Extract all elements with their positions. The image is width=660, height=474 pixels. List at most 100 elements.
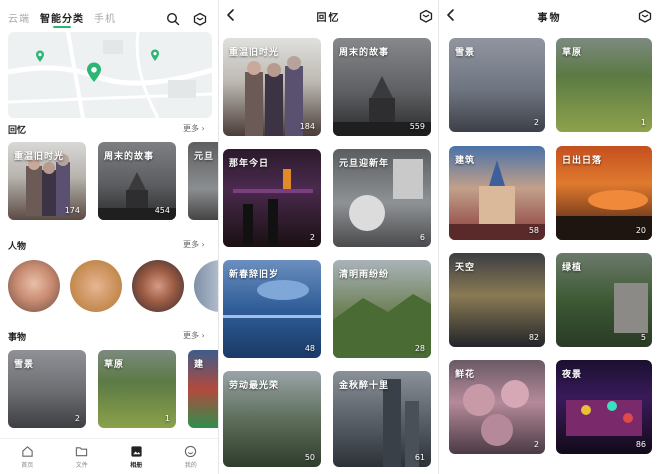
album-count: 454 <box>154 206 170 215</box>
album-title: 夜景 <box>562 370 583 380</box>
album-title: 劳动最光荣 <box>229 381 280 391</box>
thing-album-card[interactable]: 草原 1 <box>556 38 652 132</box>
avatar[interactable] <box>194 260 218 312</box>
album-count: 174 <box>64 206 80 215</box>
album-count: 2 <box>533 118 539 127</box>
album-count: 48 <box>304 344 315 353</box>
cube-icon[interactable] <box>193 12 207 26</box>
album-title: 建筑 <box>455 156 476 166</box>
thing-album-card[interactable]: 雪景 2 <box>8 350 86 428</box>
album-count: 50 <box>304 453 315 462</box>
map-pin-icon[interactable] <box>35 50 45 63</box>
album-title: 草原 <box>562 48 583 58</box>
cube-icon[interactable] <box>638 9 652 23</box>
album-count: 1 <box>640 118 646 127</box>
album-count: 58 <box>528 226 539 235</box>
thing-album-card[interactable]: 日出日落 20 <box>556 146 652 240</box>
album-count: 28 <box>414 344 425 353</box>
avatar[interactable] <box>132 260 184 312</box>
memory-album-card[interactable]: 元旦 <box>188 142 218 220</box>
memory-album-card[interactable]: 清明雨纷纷 28 <box>333 260 431 358</box>
album-title: 元旦迎新年 <box>339 159 390 169</box>
search-icon[interactable] <box>166 12 180 26</box>
album-title: 那年今日 <box>229 159 270 169</box>
things-screen: 事物 雪景 2 草原 1 建筑 58 日出日落 20 天空 82 绿植 5 鲜花… <box>439 0 660 474</box>
album-count: 2 <box>74 414 80 423</box>
nav-label: 我的 <box>184 461 197 469</box>
memory-album-card[interactable]: 劳动最光荣 50 <box>223 371 321 467</box>
memory-album-card[interactable]: 金秋醉十里 61 <box>333 371 431 467</box>
bottom-nav: 首页 文件 相册 我的 <box>0 438 218 474</box>
album-title: 清明雨纷纷 <box>339 270 390 280</box>
album-count: 559 <box>409 122 425 131</box>
album-title: 重温旧时光 <box>14 152 65 162</box>
thing-album-card[interactable]: 雪景 2 <box>449 38 545 132</box>
memories-more-link[interactable]: 更多 › <box>183 123 205 134</box>
location-map[interactable] <box>8 32 212 118</box>
people-more-link[interactable]: 更多 › <box>183 239 205 250</box>
nav-files[interactable]: 文件 <box>55 439 110 474</box>
nav-label: 首页 <box>21 461 34 469</box>
cube-icon[interactable] <box>419 9 433 23</box>
memories-screen: 回忆 重温旧时光 184 周末的故事 559 那年今日 2 元旦迎新年 6 新春… <box>219 0 438 474</box>
thing-album-card[interactable]: 鲜花 2 <box>449 360 545 454</box>
album-title: 鲜花 <box>455 370 476 380</box>
album-title: 建 <box>194 360 205 370</box>
album-title: 新春辞旧岁 <box>229 270 280 280</box>
album-count: 82 <box>528 333 539 342</box>
nav-home[interactable]: 首页 <box>0 439 55 474</box>
thing-album-card[interactable]: 绿植 5 <box>556 253 652 347</box>
album-count: 184 <box>299 122 315 131</box>
album-title: 雪景 <box>14 360 35 370</box>
things-more-link[interactable]: 更多 › <box>183 330 205 341</box>
memory-album-card[interactable]: 那年今日 2 <box>223 149 321 247</box>
thing-album-card[interactable]: 夜景 86 <box>556 360 652 454</box>
map-pin-icon[interactable] <box>150 49 160 62</box>
album-title: 元旦 <box>194 152 215 162</box>
section-title-things: 事物 <box>8 333 27 343</box>
folder-icon <box>76 446 88 456</box>
tab-phone[interactable]: 手机 <box>94 10 116 25</box>
thing-album-card[interactable]: 天空 82 <box>449 253 545 347</box>
album-count: 6 <box>419 233 425 242</box>
album-count: 86 <box>635 440 646 449</box>
page-title: 事物 <box>537 13 562 24</box>
tab-cloud[interactable]: 云端 <box>8 10 30 25</box>
smile-icon <box>185 445 197 457</box>
album-count: 2 <box>309 233 315 242</box>
nav-label: 相册 <box>130 461 143 469</box>
album-title: 金秋醉十里 <box>339 381 390 391</box>
memory-album-card[interactable]: 元旦迎新年 6 <box>333 149 431 247</box>
section-title-memories: 回忆 <box>8 126 27 136</box>
memory-album-card[interactable]: 新春辞旧岁 48 <box>223 260 321 358</box>
avatar[interactable] <box>70 260 122 312</box>
album-count: 2 <box>533 440 539 449</box>
album-title: 重温旧时光 <box>229 48 280 58</box>
memory-album-card[interactable]: 重温旧时光 174 <box>8 142 86 220</box>
album-title: 周末的故事 <box>104 152 155 162</box>
memory-album-card[interactable]: 周末的故事 559 <box>333 38 431 136</box>
album-title: 绿植 <box>562 263 583 273</box>
page-title: 回忆 <box>316 13 341 24</box>
home-icon <box>22 445 33 457</box>
memory-album-card[interactable]: 重温旧时光 184 <box>223 38 321 136</box>
section-title-people: 人物 <box>8 242 27 252</box>
album-title: 日出日落 <box>562 156 603 166</box>
album-icon <box>131 445 142 457</box>
album-count: 5 <box>640 333 646 342</box>
nav-album[interactable]: 相册 <box>109 439 164 474</box>
memory-album-card[interactable]: 周末的故事 454 <box>98 142 176 220</box>
album-title: 草原 <box>104 360 125 370</box>
thing-album-card[interactable]: 建 <box>188 350 218 428</box>
album-count: 20 <box>635 226 646 235</box>
nav-label: 文件 <box>75 461 88 469</box>
thing-album-card[interactable]: 草原 1 <box>98 350 176 428</box>
top-tabs: 云端 智能分类 手机 <box>8 10 116 28</box>
album-title: 周末的故事 <box>339 48 390 58</box>
nav-mine[interactable]: 我的 <box>164 439 219 474</box>
tab-smart-classification[interactable]: 智能分类 <box>40 10 84 28</box>
thing-album-card[interactable]: 建筑 58 <box>449 146 545 240</box>
smart-classification-screen: 云端 智能分类 手机 回忆 更多 › 重温旧时光 174 周末的故事 454 元… <box>0 0 218 474</box>
avatar[interactable] <box>8 260 60 312</box>
map-pin-icon[interactable] <box>85 62 103 84</box>
